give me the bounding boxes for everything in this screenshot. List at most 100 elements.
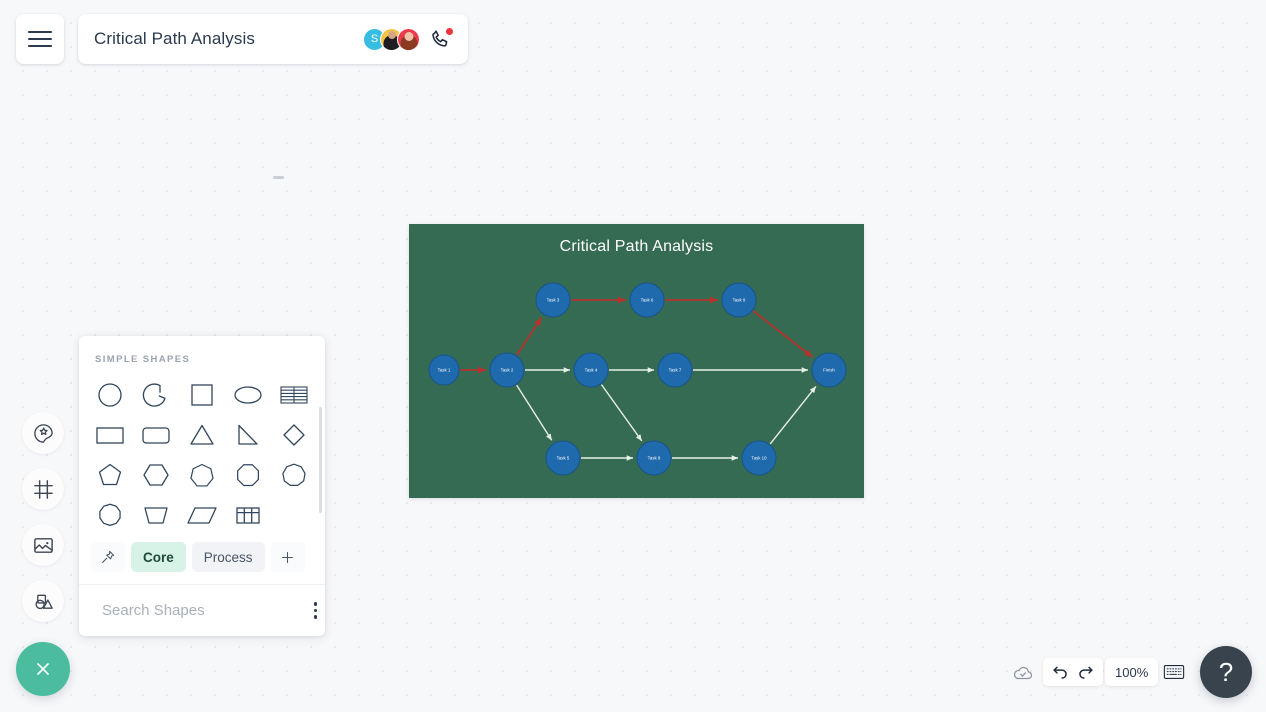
close-panel-button[interactable] [16,642,70,696]
lined-table-shape-icon [280,386,308,404]
kebab-menu-icon[interactable] [310,598,321,622]
shapes-section-title: SIMPLE SHAPES [95,354,191,365]
cloud-saved-icon[interactable] [1012,662,1034,689]
diagram-node-label: Task 7 [669,368,682,373]
diagram-node-label: Task 9 [733,298,746,303]
add-category-button[interactable] [270,542,305,572]
diagram-node[interactable]: Task 9 [721,282,757,318]
hamburger-menu-button[interactable] [16,14,64,64]
diagram-title: Critical Path Analysis [559,238,714,255]
diagram-node-label: Task 1 [438,368,451,373]
diagram-edge[interactable] [600,384,643,442]
diagram-node[interactable]: Task 4 [573,352,609,388]
diagram-canvas: Task 1 Task 2 Task 3 Task 4 Task 5 Task 6 Task… [428,282,847,476]
shapes-grid [79,365,325,538]
decagon-shape-item[interactable] [90,496,130,534]
critical-path-diagram[interactable]: Critical Path Analysis Task 1 Task 2 Task … [409,224,864,498]
canvas-object-handle[interactable] [273,176,284,179]
diagram-node[interactable]: Task 8 [636,440,672,476]
table-shape-item[interactable] [228,496,268,534]
nonagon-shape-item[interactable] [274,456,314,494]
heptagon-shape-item[interactable] [182,456,222,494]
shape-search-bar [79,584,325,636]
diagram-node[interactable]: Task 7 [657,352,693,388]
document-title-bar: Critical Path Analysis S [78,14,468,64]
circle-shape-icon [98,383,122,407]
diagram-node[interactable]: Task 3 [535,282,571,318]
diagram-node-label: Task 3 [547,298,560,303]
trapezoid-shape-icon [144,507,168,524]
shapes-panel: SIMPLE SHAPES Core Process Search Shapes [79,336,325,636]
ellipse-shape-item[interactable] [228,376,268,414]
hamburger-menu-icon [28,26,52,51]
diagram-node[interactable]: Task 5 [545,440,581,476]
pentagon-shape-icon [98,463,122,486]
ellipse-shape-icon [234,386,262,404]
diagram-node[interactable]: Task 2 [489,352,525,388]
heptagon-shape-icon [190,463,214,487]
diagram-node[interactable]: Task 6 [629,282,665,318]
avatar-photo-head [404,31,413,41]
nonagon-shape-icon [282,463,306,486]
diagram-edge[interactable] [769,385,817,445]
search-input[interactable] [102,602,301,619]
rounded-rectangle-shape-icon [142,427,170,444]
left-toolbar [22,412,64,622]
square-shape-item[interactable] [182,376,222,414]
octagon-shape-icon [237,464,259,487]
shapes-icon-button[interactable] [22,580,64,622]
shape-category-tabs: Core Process [79,538,325,584]
redo-button[interactable] [1076,663,1095,682]
page-title: Critical Path Analysis [94,29,255,48]
diagram-node[interactable]: Task 1 [428,354,460,386]
diamond-shape-icon [283,424,305,446]
avatar[interactable] [397,27,420,51]
rounded-rectangle-shape-item[interactable] [136,416,176,454]
diagram-edge[interactable] [516,317,543,356]
rectangle-shape-item[interactable] [90,416,130,454]
hexagon-shape-icon [143,464,169,486]
tab-core[interactable]: Core [131,542,186,572]
panel-scrollbar[interactable] [319,407,322,513]
diagram-node[interactable]: Task 10 [741,440,777,476]
diagram-edge[interactable] [516,384,553,441]
parallelogram-shape-item[interactable] [182,496,222,534]
diagram-node-label: Task 8 [648,456,661,461]
hexagon-shape-item[interactable] [136,456,176,494]
decagon-shape-icon [99,503,121,526]
diamond-shape-item[interactable] [274,416,314,454]
diagram-node-label: Task 4 [585,368,598,373]
arc-shape-icon [142,383,166,407]
trapezoid-shape-item[interactable] [136,496,176,534]
diagram-node-label: Task 6 [641,298,654,303]
tab-process[interactable]: Process [191,542,265,572]
image-icon-button[interactable] [22,524,64,566]
arc-shape-item[interactable] [136,376,176,414]
diagram-node-label: Task 10 [751,456,767,461]
rectangle-shape-icon [96,427,124,444]
help-label: ? [1218,656,1234,687]
sticker-icon-button[interactable] [22,412,64,454]
pin-tab[interactable] [91,542,125,572]
keyboard-shortcuts-icon[interactable] [1163,662,1185,687]
undo-button[interactable] [1051,663,1070,682]
pentagon-shape-item[interactable] [90,456,130,494]
octagon-shape-item[interactable] [228,456,268,494]
plus-icon [282,551,294,563]
undo-redo-group [1043,658,1103,686]
phone-call-icon[interactable] [430,28,453,50]
zoom-level-control[interactable]: 100% [1105,658,1159,686]
circle-shape-item[interactable] [90,376,130,414]
redo-icon [1079,666,1093,679]
help-button[interactable]: ? [1200,646,1252,698]
right-triangle-shape-item[interactable] [228,416,268,454]
lined-table-shape-item[interactable] [274,376,314,414]
frame-icon-button[interactable] [22,468,64,510]
close-icon [37,663,49,675]
triangle-shape-icon [190,424,214,445]
diagram-node[interactable]: Finish [811,352,847,388]
diagram-edge[interactable] [752,310,813,358]
triangle-shape-item[interactable] [182,416,222,454]
diagram-node-label: Finish [823,368,835,373]
collaborator-avatars: S [363,27,420,51]
